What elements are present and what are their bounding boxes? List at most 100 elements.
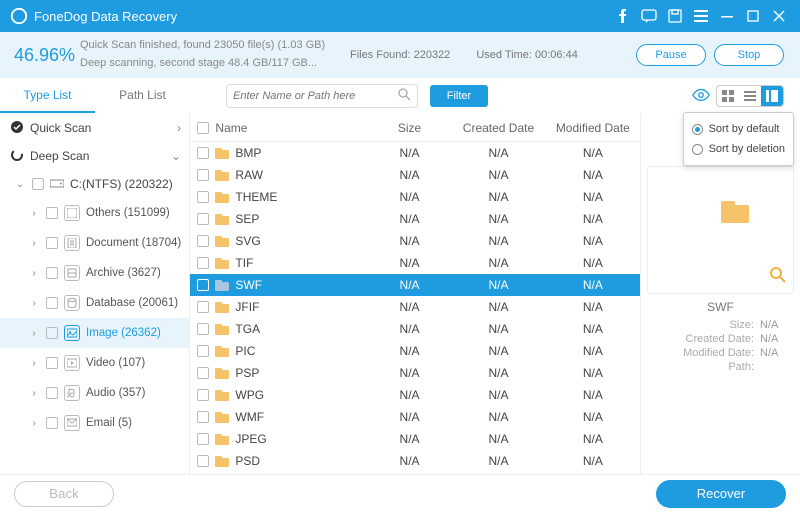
table-row[interactable]: SWFN/AN/AN/A — [190, 274, 640, 296]
row-checkbox[interactable] — [197, 345, 209, 357]
table-row[interactable]: PICN/AN/AN/A — [190, 340, 640, 362]
facebook-icon[interactable] — [610, 3, 636, 29]
row-checkbox[interactable] — [197, 301, 209, 313]
checkbox[interactable] — [46, 357, 58, 369]
folder-icon — [215, 280, 229, 291]
file-name: PSD — [235, 454, 260, 468]
sidebar-item-category[interactable]: ›Database (20061) — [0, 288, 189, 318]
filter-button[interactable]: Filter — [430, 85, 488, 107]
table-row[interactable]: BMPN/AN/AN/A — [190, 142, 640, 164]
sidebar-item-category[interactable]: ›Document (18704) — [0, 228, 189, 258]
table-row[interactable]: TIFN/AN/AN/A — [190, 252, 640, 274]
sidebar-deep-scan[interactable]: Deep Scan ⌄ — [0, 142, 189, 170]
file-created-date: N/A — [451, 366, 545, 380]
column-header-created[interactable]: Created Date — [451, 121, 545, 135]
row-checkbox[interactable] — [197, 169, 209, 181]
stop-button[interactable]: Stop — [714, 44, 784, 66]
file-size: N/A — [368, 234, 451, 248]
sidebar-item-category[interactable]: ›Video (107) — [0, 348, 189, 378]
column-header-size[interactable]: Size — [368, 121, 451, 135]
table-row[interactable]: TGAN/AN/AN/A — [190, 318, 640, 340]
save-icon[interactable] — [662, 3, 688, 29]
checkbox[interactable] — [46, 207, 58, 219]
sidebar-item-category[interactable]: ›Archive (3627) — [0, 258, 189, 288]
file-modified-date: N/A — [546, 388, 640, 402]
table-row[interactable]: JPEGN/AN/AN/A — [190, 428, 640, 450]
sidebar-item-label: C:(NTFS) (220322) — [70, 177, 173, 191]
file-name: TIF — [235, 256, 253, 270]
file-name: THEME — [235, 190, 277, 204]
row-checkbox[interactable] — [197, 389, 209, 401]
checkbox[interactable] — [46, 267, 58, 279]
view-detail-button[interactable] — [761, 86, 783, 106]
close-icon[interactable] — [766, 3, 792, 29]
recover-button[interactable]: Recover — [656, 480, 786, 508]
magnify-icon[interactable] — [769, 266, 787, 287]
file-size: N/A — [368, 278, 451, 292]
sidebar-drive[interactable]: ⌄ C:(NTFS) (220322) — [0, 170, 189, 198]
pause-button[interactable]: Pause — [636, 44, 706, 66]
row-checkbox[interactable] — [197, 191, 209, 203]
tab-path-list[interactable]: Path List — [95, 79, 190, 113]
search-icon[interactable] — [398, 88, 411, 104]
table-row[interactable]: PSDN/AN/AN/A — [190, 450, 640, 472]
file-size: N/A — [368, 388, 451, 402]
checkbox[interactable] — [46, 297, 58, 309]
row-checkbox[interactable] — [197, 433, 209, 445]
checkbox[interactable] — [46, 237, 58, 249]
file-size: N/A — [368, 256, 451, 270]
category-icon — [64, 325, 80, 341]
sidebar-item-category[interactable]: ›Others (151099) — [0, 198, 189, 228]
back-button[interactable]: Back — [14, 481, 114, 507]
sort-by-default[interactable]: Sort by default — [692, 119, 785, 139]
select-all-checkbox[interactable] — [197, 122, 209, 134]
row-checkbox[interactable] — [197, 235, 209, 247]
sidebar-item-category[interactable]: ›Image (26362) — [0, 318, 189, 348]
row-checkbox[interactable] — [197, 279, 209, 291]
sort-by-deletion[interactable]: Sort by deletion — [692, 139, 785, 159]
table-row[interactable]: WPGN/AN/AN/A — [190, 384, 640, 406]
table-row[interactable]: SVGN/AN/AN/A — [190, 230, 640, 252]
table-row[interactable]: WMFN/AN/AN/A — [190, 406, 640, 428]
row-checkbox[interactable] — [197, 323, 209, 335]
table-row[interactable]: RAWN/AN/AN/A — [190, 164, 640, 186]
titlebar: FoneDog Data Recovery — [0, 0, 800, 32]
tab-type-list[interactable]: Type List — [0, 79, 95, 113]
checkbox[interactable] — [46, 387, 58, 399]
column-header-modified[interactable]: Modified Date — [546, 121, 640, 135]
file-size: N/A — [368, 410, 451, 424]
file-name: RAW — [235, 168, 263, 182]
table-row[interactable]: JFIFN/AN/AN/A — [190, 296, 640, 318]
sidebar-item-category[interactable]: ›Email (5) — [0, 408, 189, 438]
maximize-icon[interactable] — [740, 3, 766, 29]
file-name: SWF — [235, 278, 262, 292]
table-row[interactable]: SEPN/AN/AN/A — [190, 208, 640, 230]
minimize-icon[interactable] — [714, 3, 740, 29]
menu-icon[interactable] — [688, 3, 714, 29]
row-checkbox[interactable] — [197, 411, 209, 423]
view-grid-button[interactable] — [717, 86, 739, 106]
row-checkbox[interactable] — [197, 367, 209, 379]
search-input[interactable] — [233, 90, 398, 102]
table-row[interactable]: PSPN/AN/AN/A — [190, 362, 640, 384]
row-checkbox[interactable] — [197, 455, 209, 467]
row-checkbox[interactable] — [197, 147, 209, 159]
folder-icon — [215, 324, 229, 335]
checkbox[interactable] — [46, 327, 58, 339]
feedback-icon[interactable] — [636, 3, 662, 29]
table-row[interactable]: THEMEN/AN/AN/A — [190, 186, 640, 208]
sidebar-quick-scan[interactable]: Quick Scan › — [0, 114, 189, 142]
preview-toggle-icon[interactable] — [692, 86, 710, 107]
column-header-name[interactable]: Name — [215, 121, 367, 135]
row-checkbox[interactable] — [197, 257, 209, 269]
file-modified-date: N/A — [546, 168, 640, 182]
row-checkbox[interactable] — [197, 213, 209, 225]
file-modified-date: N/A — [546, 300, 640, 314]
app-logo-icon — [10, 7, 28, 25]
checkbox[interactable] — [46, 417, 58, 429]
checkbox[interactable] — [32, 178, 44, 190]
search-box[interactable] — [226, 84, 418, 108]
view-list-button[interactable] — [739, 86, 761, 106]
preview-thumbnail — [647, 166, 794, 294]
sidebar-item-category[interactable]: ›Audio (357) — [0, 378, 189, 408]
